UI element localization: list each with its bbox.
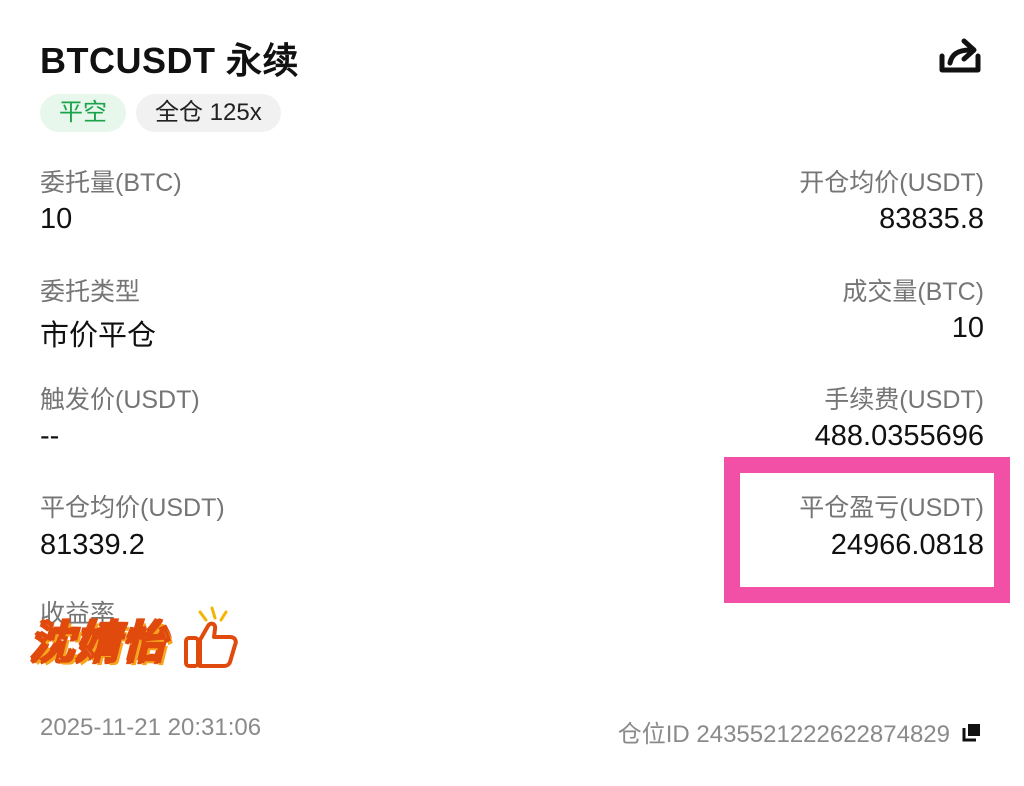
tag-row: 平空 全仓 125x xyxy=(40,94,281,132)
watermark-text: 沈婧怡 xyxy=(29,618,168,669)
copy-icon[interactable] xyxy=(960,720,984,744)
position-id: 仓位ID 2435521222622874829 xyxy=(617,721,950,748)
watermark: 沈婧怡 xyxy=(29,606,242,672)
order-type-value: 市价平仓 xyxy=(40,320,157,352)
timestamp: 2025-11-21 20:31:06 xyxy=(40,714,262,741)
direction-tag: 平空 xyxy=(40,94,126,132)
open-avg-price-value: 83835.8 xyxy=(879,203,984,235)
close-avg-price-label: 平仓均价(USDT) xyxy=(40,494,225,522)
position-id-row: 仓位ID 2435521222622874829 xyxy=(618,714,984,749)
filled-qty-value: 10 xyxy=(951,312,984,344)
page-title: BTCUSDT 永续 xyxy=(40,40,299,81)
trigger-price-label: 触发价(USDT) xyxy=(40,386,200,414)
margin-leverage-tag: 全仓 125x xyxy=(136,94,281,132)
filled-qty-label: 成交量(BTC) xyxy=(842,278,984,306)
thumbs-up-icon xyxy=(184,606,238,668)
share-icon[interactable] xyxy=(938,36,984,78)
close-avg-price-value: 81339.2 xyxy=(40,529,145,561)
order-qty-label: 委托量(BTC) xyxy=(40,169,182,197)
pnl-highlight-box xyxy=(724,457,1010,603)
order-type-label: 委托类型 xyxy=(40,278,141,306)
fee-label: 手续费(USDT) xyxy=(824,386,984,414)
fee-value: 488.0355696 xyxy=(814,420,984,452)
trigger-price-value: -- xyxy=(40,420,60,452)
open-avg-price-label: 开仓均价(USDT) xyxy=(799,169,984,197)
order-qty-value: 10 xyxy=(40,203,73,235)
